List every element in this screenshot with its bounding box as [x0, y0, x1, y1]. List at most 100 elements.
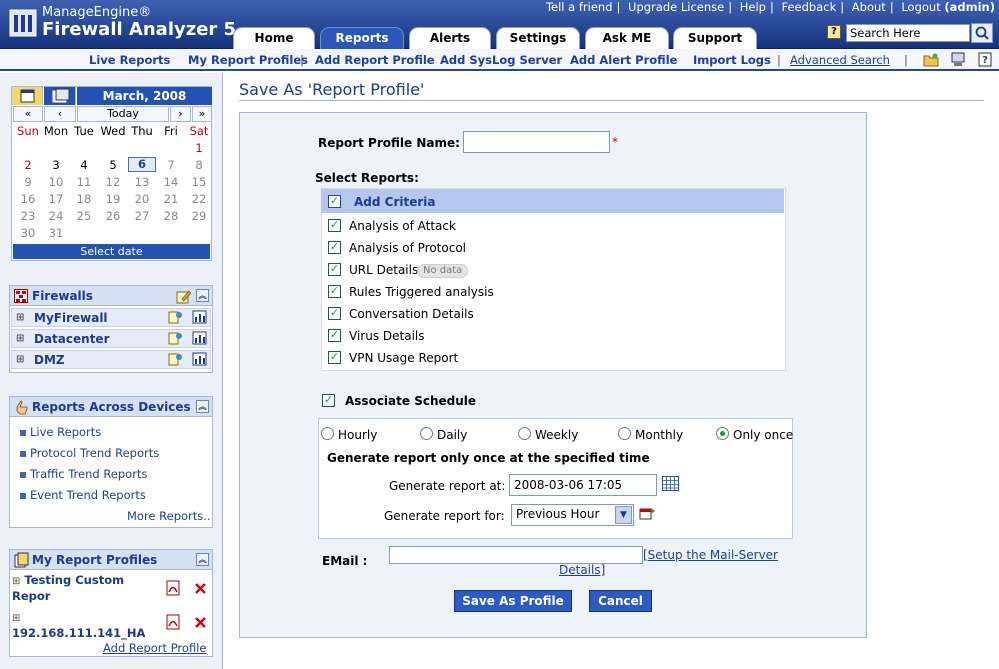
calendar-day[interactable]: 4 [70, 158, 98, 172]
calendar-day[interactable]: 16 [14, 192, 42, 206]
report-checkbox[interactable]: ✓ [328, 307, 341, 320]
subnav-advanced-search[interactable]: Advanced Search [790, 53, 890, 67]
calendar-today[interactable]: Today [77, 106, 169, 122]
schedule-option-label[interactable]: Monthly [635, 428, 683, 442]
subnav-add-report-profile[interactable]: Add Report Profile [315, 53, 435, 67]
calendar-day[interactable]: 31 [42, 226, 70, 240]
subnav-my-report-profiles[interactable]: My Report Profiles [188, 53, 308, 67]
add-criteria-label[interactable]: Add Criteria [354, 195, 436, 209]
cancel-button[interactable]: Cancel [589, 590, 652, 612]
schedule-radio[interactable] [420, 427, 433, 440]
subnav-import-logs[interactable]: Import Logs [693, 53, 771, 67]
report-checkbox[interactable]: ✓ [328, 285, 341, 298]
calendar-day[interactable]: 24 [42, 209, 70, 223]
expand-icon[interactable]: ⊞ [12, 576, 20, 587]
edit-firewalls-icon[interactable] [176, 289, 191, 304]
calendar-day[interactable]: 13 [128, 175, 156, 189]
calendar-day[interactable]: 19 [99, 192, 127, 206]
delete-icon[interactable] [194, 616, 207, 629]
schedule-option-label[interactable]: Hourly [338, 428, 377, 442]
schedule-radio[interactable] [321, 427, 334, 440]
save-as-profile-button[interactable]: Save As Profile [454, 590, 572, 612]
subnav-live-reports[interactable]: Live Reports [89, 53, 170, 67]
calendar-prev-year[interactable]: « [13, 106, 43, 122]
tab-home[interactable]: Home [233, 27, 315, 49]
link-event-trend-reports[interactable]: Event Trend Reports [20, 488, 146, 502]
firewall-details-icon[interactable] [168, 352, 184, 367]
firewall-reports-icon[interactable] [192, 310, 208, 325]
calendar-day[interactable]: 27 [128, 209, 156, 223]
report-checkbox[interactable]: ✓ [328, 329, 341, 342]
report-checkbox[interactable]: ✓ [328, 351, 341, 364]
calendar-toggle[interactable] [12, 87, 43, 105]
folder-icon[interactable] [923, 52, 939, 67]
logout-link[interactable]: Logout [901, 0, 940, 14]
feedback-link[interactable]: Feedback [782, 0, 837, 14]
calendar-picker-icon[interactable] [662, 476, 679, 491]
setup-mail-server-link-cont[interactable]: Details] [559, 563, 605, 577]
calendar-day[interactable]: 6 [128, 157, 156, 172]
calendar-day[interactable]: 25 [70, 209, 98, 223]
collapse-firewalls-icon[interactable]: ︽ [196, 289, 209, 302]
schedule-radio[interactable] [716, 427, 729, 440]
calendar-day[interactable]: 2 [14, 158, 42, 172]
pdf-report-icon[interactable] [165, 614, 181, 630]
calendar-day[interactable]: 1 [185, 141, 213, 155]
calendar-day[interactable]: 12 [99, 175, 127, 189]
upgrade-license-link[interactable]: Upgrade License [628, 0, 724, 14]
tab-settings[interactable]: Settings [496, 27, 580, 49]
collapse-reports-across-icon[interactable]: ︽ [196, 400, 209, 413]
firewall-reports-icon[interactable] [192, 331, 208, 346]
firewall-item[interactable]: ⊞ Datacenter [11, 329, 211, 348]
calendar-day[interactable]: 15 [185, 175, 213, 189]
associate-schedule-checkbox[interactable]: ✓ [322, 394, 335, 407]
tab-alerts[interactable]: Alerts [409, 27, 491, 49]
calendar-day[interactable]: 10 [42, 175, 70, 189]
select-date-bar[interactable]: Select date [13, 244, 210, 259]
firewall-reports-icon[interactable] [192, 352, 208, 367]
expand-icon[interactable]: ⊞ [16, 312, 24, 323]
custom-period-icon[interactable] [639, 506, 656, 521]
calendar-day[interactable]: 20 [128, 192, 156, 206]
schedule-option-label[interactable]: Only once [733, 428, 793, 442]
tab-reports[interactable]: Reports [320, 27, 404, 49]
link-more-reports[interactable]: More Reports.. [127, 509, 211, 523]
schedule-option-label[interactable]: Daily [437, 428, 467, 442]
add-report-profile-link[interactable]: Add Report Profile [103, 641, 206, 655]
schedule-option-label[interactable]: Weekly [535, 428, 578, 442]
expand-icon[interactable]: ⊞ [16, 354, 24, 365]
calendar-day[interactable]: 8 [185, 158, 213, 172]
add-criteria-checkbox[interactable]: ✓ [328, 195, 341, 208]
calendar-day[interactable]: 17 [42, 192, 70, 206]
report-checkbox[interactable]: ✓ [328, 263, 341, 276]
calendar-day[interactable]: 29 [185, 209, 213, 223]
firewall-item[interactable]: ⊞ MyFirewall [11, 308, 211, 327]
calendar-day[interactable]: 30 [14, 226, 42, 240]
calendar-day[interactable]: 5 [99, 158, 127, 172]
link-protocol-trend-reports[interactable]: Protocol Trend Reports [20, 446, 159, 460]
calendar-next-month[interactable]: › [170, 106, 191, 122]
firewall-details-icon[interactable] [168, 331, 184, 346]
firewall-details-icon[interactable] [168, 310, 184, 325]
firewall-item[interactable]: ⊞ DMZ [11, 350, 211, 369]
calendar-day[interactable]: 14 [157, 175, 185, 189]
calendar-day[interactable]: 23 [14, 209, 42, 223]
generate-for-select[interactable]: Previous Hour ▼ [511, 504, 634, 526]
delete-icon[interactable] [194, 582, 207, 595]
profile-item-testing[interactable]: ⊞ Testing Custom Repor [12, 573, 162, 604]
link-traffic-trend-reports[interactable]: Traffic Trend Reports [20, 467, 147, 481]
pdf-report-icon[interactable] [165, 580, 181, 596]
link-live-reports[interactable]: Live Reports [20, 425, 101, 439]
schedule-radio[interactable] [618, 427, 631, 440]
calendar-day[interactable]: 18 [70, 192, 98, 206]
report-checkbox[interactable]: ✓ [328, 241, 341, 254]
subnav-add-alert-profile[interactable]: Add Alert Profile [570, 53, 677, 67]
calendar-day[interactable]: 9 [14, 175, 42, 189]
profile-name-input[interactable] [463, 131, 610, 153]
calendar-day[interactable]: 11 [70, 175, 98, 189]
generate-at-input[interactable] [509, 474, 657, 496]
profile-item-ha[interactable]: ⊞ 192.168.111.141_HA [12, 610, 162, 641]
monitor-icon[interactable] [950, 52, 966, 67]
about-link[interactable]: About [852, 0, 886, 14]
schedule-radio[interactable] [518, 427, 531, 440]
